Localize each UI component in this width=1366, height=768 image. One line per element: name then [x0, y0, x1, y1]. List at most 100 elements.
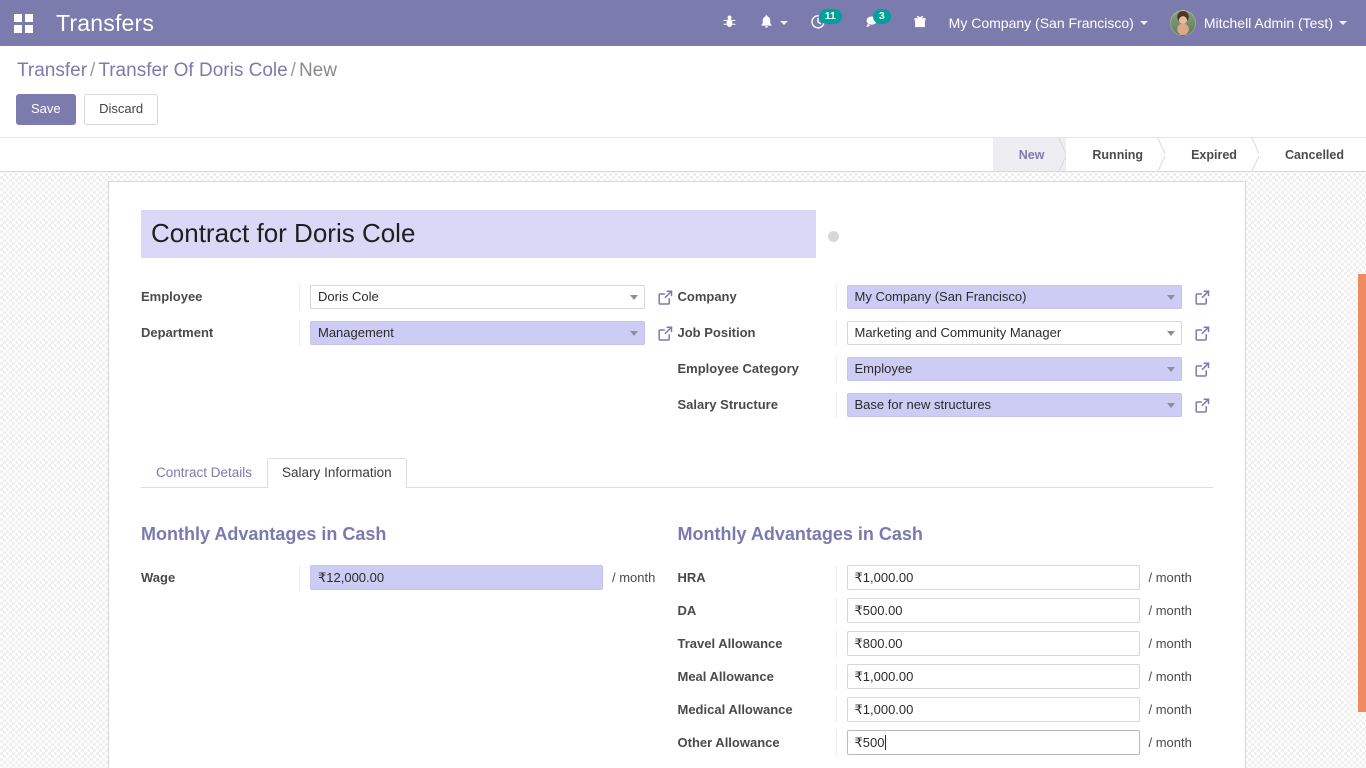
chevron-down-icon — [630, 331, 638, 336]
app-brand-title[interactable]: Transfers — [56, 10, 154, 37]
field-control-employee: Doris Cole — [299, 284, 677, 310]
meal-allowance-input[interactable]: ₹1,000.00 — [846, 664, 1140, 689]
stage-running[interactable]: Running — [1066, 138, 1166, 171]
breadcrumb-item-current: New — [298, 60, 337, 81]
text-cursor — [885, 735, 887, 750]
discard-button[interactable]: Discard — [84, 94, 159, 125]
wage-period-suffix: / month — [612, 569, 656, 585]
notebook: Contract Details Salary Information Mont… — [141, 458, 1213, 762]
salary-structure-open-external-icon[interactable] — [1194, 397, 1211, 414]
chevron-down-icon — [1166, 403, 1175, 408]
department-select-value: Management — [318, 325, 394, 340]
field-label-employee: Employee — [141, 289, 203, 304]
travel-allowance-period-suffix: / month — [1148, 635, 1192, 651]
gift-promo-button[interactable] — [902, 0, 938, 46]
medical-allowance-input-value: ₹1,000.00 — [854, 702, 914, 717]
field-label-salary-structure: Salary Structure — [677, 397, 778, 412]
field-employee: Employee Doris Cole — [141, 284, 677, 310]
job-position-open-external-icon[interactable] — [1194, 325, 1211, 342]
messages-button[interactable]: 3 — [853, 0, 902, 46]
company-selector[interactable]: My Company (San Francisco) — [938, 0, 1159, 46]
salary-left-column: Monthly Advantages in Cash Wage ₹12,000.… — [141, 522, 677, 762]
job-position-select[interactable]: Marketing and Community Manager — [846, 321, 1182, 345]
field-control-da: ₹500.00 / month — [835, 597, 1214, 624]
department-open-external-icon[interactable] — [657, 325, 674, 342]
stage-expired[interactable]: Expired — [1165, 138, 1259, 171]
stage-cancelled[interactable]: Cancelled — [1258, 138, 1366, 171]
header-left-column: Employee Doris Cole Department Managemen… — [141, 284, 677, 428]
breadcrumb-item-parent[interactable]: Transfer Of Doris Cole — [98, 60, 287, 81]
user-menu[interactable]: Mitchell Admin (Test) — [1159, 0, 1358, 46]
bell-icon — [759, 14, 774, 32]
field-label-company: Company — [677, 289, 737, 304]
field-control-department: Management — [299, 320, 677, 346]
field-control-other-allowance: ₹500 / month — [835, 729, 1214, 756]
medical-allowance-input[interactable]: ₹1,000.00 — [846, 697, 1140, 722]
chevron-down-icon — [1339, 21, 1347, 25]
company-select[interactable]: My Company (San Francisco) — [846, 285, 1182, 309]
field-control-salary-structure: Base for new structures — [835, 392, 1214, 418]
da-period-suffix: / month — [1148, 602, 1192, 618]
debug-bug-button[interactable] — [711, 0, 748, 46]
field-control-wage: ₹12,000.00 / month — [299, 564, 677, 591]
top-navbar: Transfers 11 3 My Company (San Francisco… — [0, 0, 1366, 46]
form-scroll-area: Contract for Doris Cole Employee Doris C… — [0, 137, 1366, 768]
da-input-value: ₹500.00 — [854, 603, 903, 618]
chevron-down-icon — [1139, 21, 1148, 25]
salary-right-column: Monthly Advantages in Cash HRA ₹1,000.00… — [678, 522, 1214, 762]
department-select[interactable]: Management — [310, 321, 645, 345]
tab-salary-information[interactable]: Salary Information — [267, 458, 407, 488]
company-open-external-icon[interactable] — [1194, 289, 1211, 306]
breadcrumb-item-root[interactable]: Transfer — [17, 60, 87, 81]
field-label-da: DA — [677, 602, 697, 618]
employee-open-external-icon[interactable] — [657, 289, 674, 306]
user-menu-label: Mitchell Admin (Test) — [1203, 15, 1333, 31]
apps-grid-icon — [13, 13, 33, 33]
employee-select[interactable]: Doris Cole — [310, 285, 645, 309]
field-label-meal-allowance: Meal Allowance — [677, 668, 774, 684]
chevron-down-icon — [779, 21, 788, 25]
da-input[interactable]: ₹500.00 — [846, 598, 1140, 623]
breadcrumb-separator: / — [290, 60, 296, 81]
messages-badge: 3 — [872, 8, 891, 24]
activities-button[interactable]: 11 — [799, 0, 853, 46]
field-control-company: My Company (San Francisco) — [835, 284, 1214, 310]
employee-category-open-external-icon[interactable] — [1194, 361, 1211, 378]
hra-period-suffix: / month — [1148, 569, 1192, 585]
field-da: DA ₹500.00 / month — [678, 597, 1214, 624]
chevron-down-icon — [1166, 367, 1175, 372]
employee-category-select-value: Employee — [854, 361, 913, 376]
apps-menu-button[interactable] — [0, 0, 46, 46]
tab-contract-details[interactable]: Contract Details — [141, 458, 267, 488]
field-label-medical-allowance: Medical Allowance — [677, 701, 793, 717]
field-other-allowance: Other Allowance ₹500 / month — [678, 729, 1214, 756]
salary-left-section-title: Monthly Advantages in Cash — [141, 524, 387, 544]
stage-new[interactable]: New — [992, 138, 1067, 171]
vertical-scrollbar-thumb[interactable] — [1358, 274, 1366, 712]
chevron-down-icon — [630, 295, 638, 300]
avatar — [1169, 10, 1196, 36]
notifications-button[interactable] — [748, 0, 799, 46]
employee-category-select[interactable]: Employee — [846, 357, 1182, 381]
other-allowance-input[interactable]: ₹500 — [846, 730, 1140, 755]
salary-structure-select[interactable]: Base for new structures — [846, 393, 1182, 417]
field-hra: HRA ₹1,000.00 / month — [678, 564, 1214, 591]
meal-allowance-period-suffix: / month — [1148, 668, 1192, 684]
breadcrumb-separator: / — [90, 60, 96, 81]
travel-allowance-input[interactable]: ₹800.00 — [846, 631, 1140, 656]
wage-input[interactable]: ₹12,000.00 — [310, 565, 603, 590]
travel-allowance-input-value: ₹800.00 — [854, 636, 903, 651]
employee-select-value: Doris Cole — [318, 289, 379, 304]
header-right-column: Company My Company (San Francisco) Job P… — [678, 284, 1214, 428]
header-field-group: Employee Doris Cole Department Managemen… — [141, 284, 1213, 428]
hra-input[interactable]: ₹1,000.00 — [846, 565, 1140, 590]
field-control-medical-allowance: ₹1,000.00 / month — [835, 696, 1214, 723]
tab-panel-salary-information: Monthly Advantages in Cash Wage ₹12,000.… — [141, 488, 1213, 762]
statusbar: New Running Expired Cancelled — [992, 138, 1366, 171]
job-position-select-value: Marketing and Community Manager — [854, 325, 1062, 340]
vertical-scrollbar[interactable] — [1356, 274, 1366, 768]
contract-name-input[interactable]: Contract for Doris Cole — [141, 210, 816, 258]
statusbar-row: New Running Expired Cancelled — [0, 137, 1366, 172]
notebook-tabs: Contract Details Salary Information — [141, 458, 1213, 488]
save-button[interactable]: Save — [16, 94, 76, 125]
